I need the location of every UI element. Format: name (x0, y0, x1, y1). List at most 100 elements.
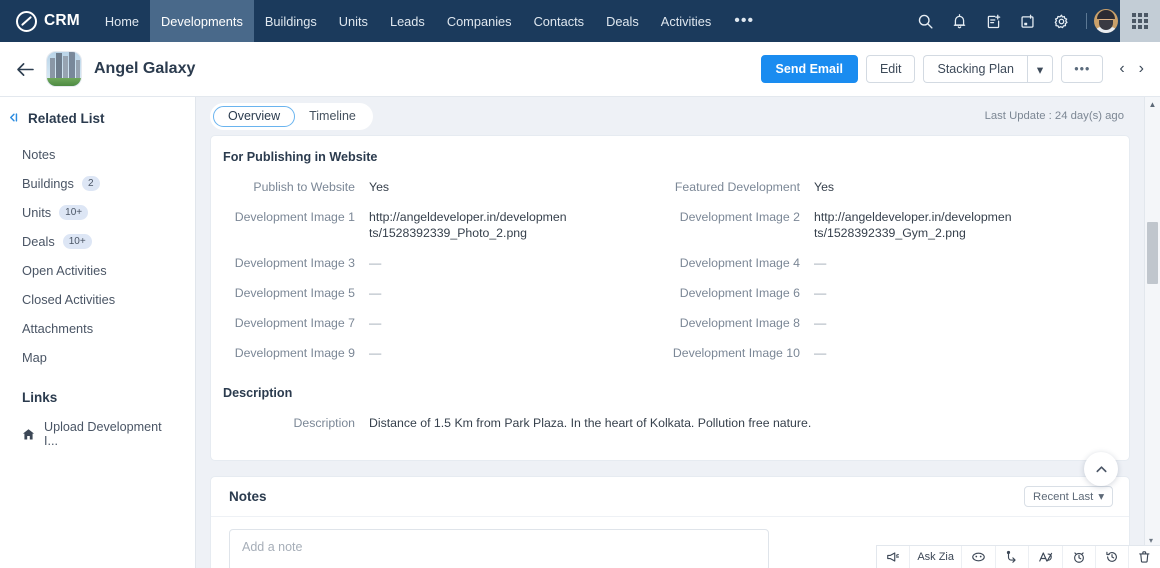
send-email-button[interactable]: Send Email (760, 55, 858, 83)
nav-item-leads[interactable]: Leads (379, 0, 436, 42)
tab-overview[interactable]: Overview (213, 105, 296, 127)
field-development-image-7: Development Image 7 — (223, 308, 668, 338)
notes-header: Notes Recent Last ▾ (211, 477, 1129, 517)
notes-sort-label: Recent Last (1033, 490, 1094, 503)
notifications-bell-icon[interactable] (945, 7, 973, 35)
stacking-plan-button[interactable]: Stacking Plan (923, 55, 1027, 83)
field-label: Development Image 8 (679, 316, 800, 330)
record-more-button[interactable]: ••• (1061, 55, 1104, 83)
field-value: http://angeldeveloper.in/developments/15… (369, 210, 567, 240)
scroll-up-arrow-icon[interactable]: ▲ (1149, 97, 1157, 112)
signals-icon[interactable] (1029, 546, 1063, 568)
field-value: — (814, 256, 827, 270)
nav-more-button[interactable]: ••• (722, 0, 766, 42)
nav-item-units[interactable]: Units (328, 0, 379, 42)
sidebar-item-closed-activities[interactable]: Closed Activities (0, 285, 195, 314)
sidebar-item-attachments[interactable]: Attachments (0, 314, 195, 343)
search-icon[interactable] (911, 7, 939, 35)
sidebar-item-notes[interactable]: Notes (0, 140, 195, 169)
field-value: — (369, 256, 382, 270)
nav-item-activities[interactable]: Activities (650, 0, 723, 42)
sidebar-item-buildings[interactable]: Buildings 2 (0, 169, 195, 198)
nav-divider (1086, 13, 1087, 29)
add-note-input[interactable]: Add a note (229, 529, 769, 568)
scrollbar-thumb[interactable] (1147, 222, 1158, 284)
grid-dots (1132, 13, 1148, 29)
field-label: Development Image 7 (234, 316, 355, 330)
brand-logo-area[interactable]: CRM (0, 0, 94, 42)
field-label: Development Image 6 (679, 286, 800, 300)
edit-button[interactable]: Edit (865, 55, 916, 83)
sidebar-links-title: Links (22, 390, 58, 405)
thumbnail-greenery (47, 78, 81, 86)
field-publish-to-website: Publish to Website Yes (223, 172, 668, 202)
stacking-plan-dropdown-caret-icon[interactable]: ▾ (1026, 55, 1054, 83)
field-value: Yes (369, 180, 390, 194)
sidebar-link-upload-development[interactable]: Upload Development I... (0, 413, 195, 455)
sidebar-item-badge: 10+ (62, 234, 92, 249)
sidebar-header: Related List (0, 111, 195, 126)
sidebar-link-label: Upload Development I... (44, 420, 162, 448)
related-list-sidebar: Related List Notes Buildings 2 Units 10+… (0, 97, 196, 568)
calendar-icon[interactable] (1013, 7, 1041, 35)
user-avatar[interactable] (1092, 7, 1120, 35)
zia-collapse-caret-icon[interactable]: ▾ (1149, 536, 1153, 545)
sidebar-item-label: Buildings (22, 176, 74, 191)
field-label: Publish to Website (253, 180, 355, 194)
nav-item-deals[interactable]: Deals (595, 0, 650, 42)
detail-scroll-area[interactable]: For Publishing in Website Publish to Web… (196, 135, 1144, 568)
field-development-image-3: Development Image 3 — (223, 248, 668, 278)
avatar[interactable] (1094, 9, 1118, 33)
detail-card: For Publishing in Website Publish to Web… (210, 135, 1130, 461)
recent-history-icon[interactable] (1096, 546, 1129, 568)
prev-record-icon[interactable]: ‹ (1117, 60, 1126, 78)
field-label: Development Image 2 (679, 210, 800, 224)
next-record-icon[interactable]: › (1137, 60, 1146, 78)
field-label: Development Image 5 (234, 286, 355, 300)
scrollbar-track[interactable] (1145, 112, 1160, 553)
field-label: Description (293, 416, 355, 430)
chevron-down-icon: ▾ (1098, 491, 1104, 503)
nav-item-developments[interactable]: Developments (150, 0, 254, 42)
sidebar-item-badge: 2 (81, 176, 100, 191)
last-update-text: Last Update : 24 day(s) ago (984, 110, 1124, 122)
nav-item-contacts[interactable]: Contacts (523, 0, 596, 42)
nav-item-buildings[interactable]: Buildings (254, 0, 328, 42)
field-value: — (369, 346, 382, 360)
recycle-bin-icon[interactable] (1129, 546, 1160, 568)
sidebar-item-label: Open Activities (22, 263, 107, 278)
field-development-image-8: Development Image 8 — (668, 308, 1113, 338)
field-development-image-5: Development Image 5 — (223, 278, 668, 308)
announcement-megaphone-icon[interactable] (877, 546, 911, 568)
sidebar-item-units[interactable]: Units 10+ (0, 198, 195, 227)
field-value: — (814, 346, 827, 360)
tab-timeline[interactable]: Timeline (295, 106, 370, 127)
sidebar-item-deals[interactable]: Deals 10+ (0, 227, 195, 256)
sidebar-item-map[interactable]: Map (0, 343, 195, 372)
back-arrow-icon[interactable] (12, 56, 38, 82)
collapse-panel-icon[interactable] (8, 112, 19, 125)
sidebar-item-open-activities[interactable]: Open Activities (0, 256, 195, 285)
scroll-to-top-chevron-icon[interactable] (1084, 452, 1118, 486)
app-switcher-grid-icon[interactable] (1120, 0, 1160, 42)
field-description: Description Distance of 1.5 Km from Park… (223, 408, 1113, 438)
field-label: Development Image 1 (234, 210, 355, 224)
section-title-description: Description (223, 386, 293, 400)
notes-sort-button[interactable]: Recent Last ▾ (1024, 486, 1113, 507)
sidebar-item-label: Units (22, 205, 52, 220)
field-value: — (814, 316, 827, 330)
settings-gear-icon[interactable] (1047, 7, 1075, 35)
chatbot-face-icon[interactable] (962, 546, 996, 568)
nav-item-home[interactable]: Home (94, 0, 150, 42)
nav-item-companies[interactable]: Companies (436, 0, 523, 42)
sidebar-title: Related List (28, 111, 105, 126)
add-note-icon[interactable] (979, 7, 1007, 35)
alarm-clock-icon[interactable] (1063, 546, 1096, 568)
sidebar-item-label: Closed Activities (22, 292, 116, 307)
field-development-image-4: Development Image 4 — (668, 248, 1113, 278)
field-value: Yes (814, 180, 835, 194)
connector-branch-icon[interactable] (996, 546, 1029, 568)
ask-zia-label[interactable]: Ask Zia (910, 546, 962, 568)
vertical-scrollbar[interactable]: ▲ ▼ (1144, 97, 1160, 568)
record-pagination: ‹ › (1117, 60, 1146, 78)
